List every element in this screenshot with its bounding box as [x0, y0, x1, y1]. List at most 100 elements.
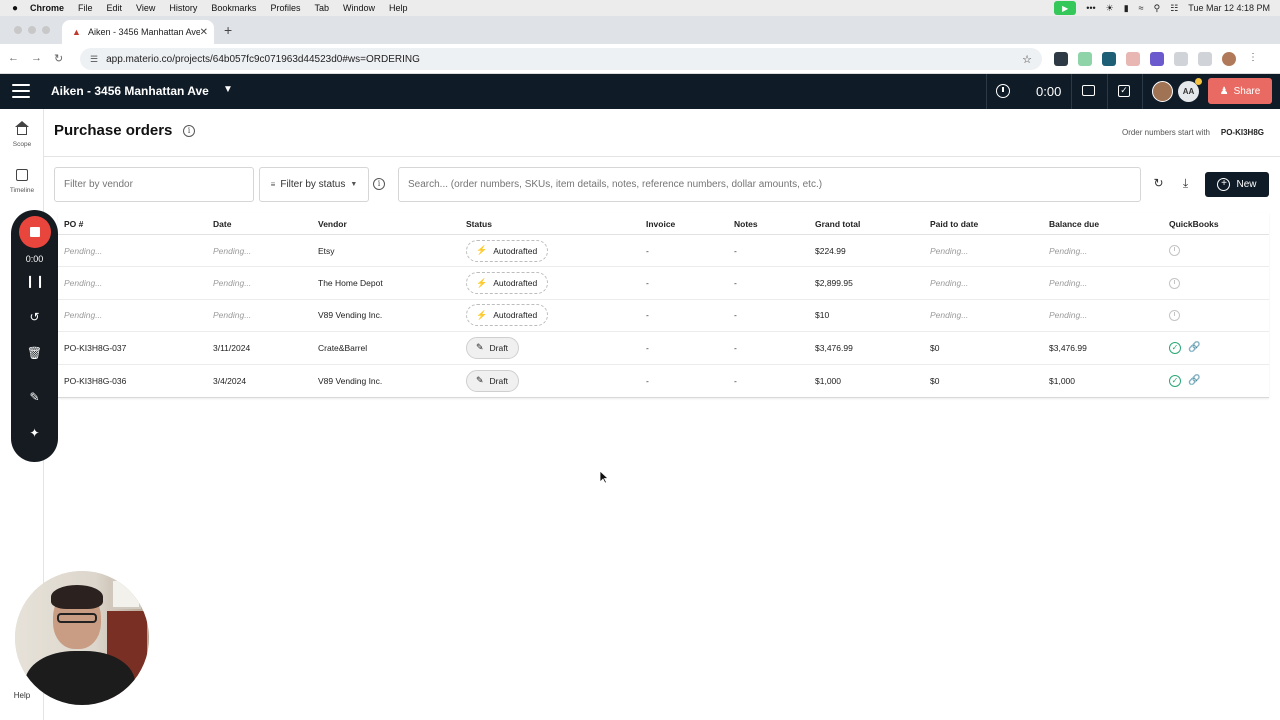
address-url[interactable]: app.materio.co/projects/64b057fc9c071963… [106, 54, 1022, 65]
download-icon[interactable]: ⤓ [1179, 177, 1192, 190]
minimize-window-icon[interactable] [28, 26, 36, 34]
quickbooks-cell [1169, 300, 1180, 331]
column-header-date[interactable]: Date [213, 213, 231, 234]
close-window-icon[interactable] [14, 26, 22, 34]
column-header-paid[interactable]: Paid to date [930, 213, 978, 234]
browser-tab-active[interactable]: ▲ Aiken - 3456 Manhattan Ave ✕ [62, 20, 214, 44]
address-bar[interactable]: ☰ app.materio.co/projects/64b057fc9c0719… [80, 48, 1042, 70]
column-header-status[interactable]: Status [466, 213, 492, 234]
plus-icon: + [1217, 178, 1231, 191]
table-row[interactable]: Pending... Pending... V89 Vending Inc. ⚡… [58, 300, 1269, 333]
menu-tab[interactable]: Tab [314, 3, 329, 13]
chevron-down-icon[interactable]: ▼ [223, 84, 233, 95]
rail-item-scope[interactable]: Scope [0, 121, 44, 148]
apple-menu-icon[interactable]: ● [0, 3, 30, 14]
link-icon[interactable]: 🔗 [1188, 375, 1200, 386]
column-header-grand-total[interactable]: Grand total [815, 213, 860, 234]
menu-datetime[interactable]: Tue Mar 12 4:18 PM [1188, 3, 1270, 13]
refresh-icon[interactable]: ↻ [1152, 177, 1165, 190]
user-initials-avatar[interactable]: AA [1178, 78, 1202, 102]
table-row[interactable]: PO-KI3H8G-037 3/11/2024 Crate&Barrel ✎ Dr… [58, 332, 1269, 365]
reload-icon[interactable]: ↻ [54, 52, 63, 65]
status-badge[interactable]: ✎ Draft [466, 336, 519, 359]
user-avatar[interactable] [1152, 81, 1173, 102]
wifi-icon[interactable]: ≈ [1139, 3, 1144, 13]
menu-profiles[interactable]: Profiles [270, 3, 300, 13]
menu-view[interactable]: View [136, 3, 155, 13]
column-header-balance[interactable]: Balance due [1049, 213, 1099, 234]
synced-check-icon: ✓ [1169, 341, 1181, 354]
site-info-icon[interactable]: ☰ [90, 54, 98, 65]
link-icon[interactable]: 🔗 [1188, 342, 1200, 353]
more-menu-icon[interactable]: ⋮ [1246, 52, 1260, 66]
camera-status-icon[interactable]: ▶ [1054, 1, 1077, 15]
column-header-po[interactable]: PO # [64, 213, 83, 234]
table-row[interactable]: Pending... Pending... Etsy ⚡ Autodrafted … [58, 235, 1269, 268]
bookmark-star-icon[interactable]: ☆ [1022, 53, 1032, 66]
po-paid: Pending... [930, 310, 969, 321]
menu-history[interactable]: History [169, 3, 197, 13]
vendor-filter-input[interactable] [54, 167, 254, 202]
quickbooks-cell: ✓ 🔗 [1169, 332, 1200, 363]
status-badge[interactable]: ⚡ Autodrafted [466, 239, 549, 262]
extension-icon[interactable] [1126, 52, 1140, 66]
extension-icon[interactable] [1078, 52, 1092, 66]
menu-bookmarks[interactable]: Bookmarks [211, 3, 256, 13]
menu-file[interactable]: File [78, 3, 93, 13]
zoom-window-icon[interactable] [42, 26, 50, 34]
rail-item-timeline[interactable]: Timeline [0, 169, 44, 194]
table-row[interactable]: PO-KI3H8G-036 3/4/2024 V89 Vending Inc. … [58, 365, 1269, 397]
pause-icon[interactable]: ❙❙ [25, 272, 45, 291]
back-icon[interactable]: ← [8, 52, 19, 65]
new-tab-icon[interactable]: + [224, 22, 232, 38]
status-badge[interactable]: ⚡ Autodrafted [466, 304, 549, 327]
control-center-icon[interactable]: ☷ [1170, 3, 1178, 14]
stop-recording-button[interactable] [19, 216, 51, 248]
column-header-vendor[interactable]: Vendor [318, 213, 347, 234]
hamburger-menu-icon[interactable] [12, 84, 30, 98]
filter-info-icon[interactable]: i [373, 178, 385, 190]
menu-window[interactable]: Window [343, 3, 375, 13]
menu-edit[interactable]: Edit [107, 3, 123, 13]
spotlight-icon[interactable]: ⚲ [1154, 3, 1161, 14]
status-badge[interactable]: ✎ Draft [466, 369, 519, 392]
puzzle-icon[interactable] [1174, 52, 1188, 66]
extension-icon[interactable] [1102, 52, 1116, 66]
effects-wand-icon[interactable]: ✦ [25, 424, 44, 443]
status-filter-dropdown[interactable]: ≡ Filter by status ▼ [259, 167, 369, 202]
column-header-quickbooks[interactable]: QuickBooks [1169, 213, 1219, 234]
extension-icon[interactable] [1150, 52, 1164, 66]
brightness-icon[interactable]: ☀ [1106, 3, 1114, 14]
extension-icon[interactable] [1054, 52, 1068, 66]
side-panel-icon[interactable] [1198, 52, 1212, 66]
share-button[interactable]: ♟ Share [1208, 78, 1272, 104]
order-prefix-value[interactable]: PO-KI3H8G [1221, 128, 1264, 137]
project-name[interactable]: Aiken - 3456 Manhattan Ave [51, 84, 209, 98]
column-header-notes[interactable]: Notes [734, 213, 758, 234]
menu-help[interactable]: Help [389, 3, 408, 13]
search-input[interactable] [398, 167, 1141, 202]
menu-chrome[interactable]: Chrome [30, 3, 64, 13]
webcam-bubble[interactable] [15, 571, 149, 705]
app-header: Aiken - 3456 Manhattan Ave ▼ 0:00 ✓ AA ♟… [0, 74, 1280, 109]
info-icon[interactable]: i [183, 125, 195, 137]
battery-icon[interactable]: ▮ [1124, 3, 1129, 14]
po-balance: Pending... [1049, 278, 1088, 289]
profile-avatar[interactable] [1222, 52, 1236, 66]
tasks-check-icon[interactable]: ✓ [1118, 85, 1130, 97]
status-cell: ⚡ Autodrafted [466, 267, 549, 298]
restart-icon[interactable]: ↺ [25, 308, 44, 327]
status-badge[interactable]: ⚡ Autodrafted [466, 272, 549, 295]
time-tracker[interactable]: 0:00 [1036, 84, 1061, 99]
close-tab-icon[interactable]: ✕ [200, 27, 208, 38]
chat-icon[interactable] [1082, 85, 1095, 96]
trash-icon[interactable]: 🗑 [25, 344, 44, 363]
table-row[interactable]: Pending... Pending... The Home Depot ⚡ Au… [58, 267, 1269, 300]
clock-icon[interactable] [996, 84, 1010, 98]
new-order-button[interactable]: + New [1205, 172, 1269, 197]
pencil-icon[interactable]: ✎ [25, 388, 44, 407]
forward-icon[interactable]: → [31, 52, 42, 65]
menu-extras-icon[interactable]: ••• [1086, 3, 1095, 13]
column-header-invoice[interactable]: Invoice [646, 213, 675, 234]
header-divider [1071, 74, 1072, 109]
